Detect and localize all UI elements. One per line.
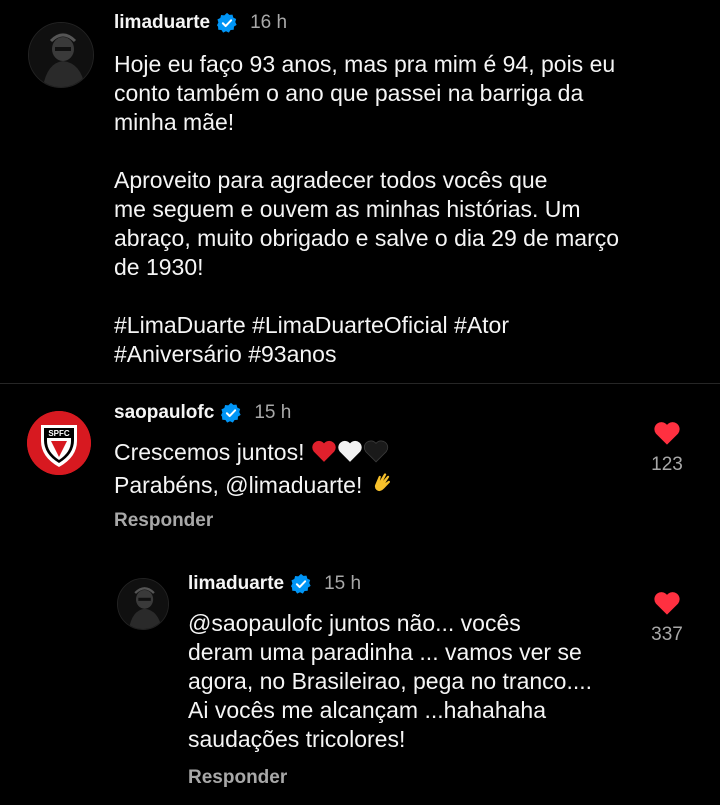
comment-like[interactable]: 123 — [637, 420, 697, 476]
comment-line-2-text: Parabéns, @limaduarte! — [114, 472, 369, 498]
black-heart-emoji — [363, 439, 389, 470]
reply-time: 15 h — [324, 573, 362, 594]
white-heart-emoji — [337, 439, 363, 470]
reply-header: limaduarte 15 h — [188, 573, 361, 595]
clapping-hand-emoji — [369, 470, 395, 503]
spfc-badge-text: SPFC — [48, 429, 70, 438]
divider — [0, 383, 720, 384]
comment-like-count: 123 — [651, 454, 683, 475]
avatar-limaduarte-reply[interactable] — [117, 578, 169, 630]
post-username[interactable]: limaduarte — [114, 12, 210, 34]
comment-text: Crescemos juntos! Parabéns, @limaduarte! — [114, 438, 395, 503]
comment-line-1-text: Crescemos juntos! — [114, 439, 311, 465]
post-hashtags[interactable]: #LimaDuarte #LimaDuarteOficial #Ator #An… — [114, 311, 509, 369]
comment-username[interactable]: saopaulofc — [114, 402, 214, 424]
comment-header: saopaulofc 15 h — [114, 402, 291, 424]
avatar-saopaulofc[interactable]: SPFC — [27, 411, 91, 475]
post-caption-paragraph-1: Hoje eu faço 93 anos, mas pra mim é 94, … — [114, 51, 616, 135]
avatar-limaduarte[interactable] — [28, 22, 94, 88]
comment-reply-button[interactable]: Responder — [114, 510, 213, 532]
verified-badge-icon — [220, 402, 242, 424]
verified-badge-icon — [216, 12, 238, 34]
comment-time: 15 h — [254, 402, 292, 423]
reply-reply-button[interactable]: Responder — [188, 767, 287, 789]
comment-line-1: Crescemos juntos! — [114, 438, 395, 470]
reply-like[interactable]: 337 — [637, 590, 697, 646]
post-caption-paragraph-2: Aproveito para agradecer todos vocês que… — [114, 167, 620, 280]
comment-line-2: Parabéns, @limaduarte! — [114, 470, 395, 503]
post-header: limaduarte 16 h — [114, 12, 287, 34]
heart-icon[interactable] — [637, 420, 697, 446]
reply-text: @saopaulofc juntos não... vocês deram um… — [188, 610, 593, 752]
verified-badge-icon — [290, 573, 312, 595]
heart-icon[interactable] — [637, 590, 697, 616]
post-time: 16 h — [250, 12, 288, 33]
red-heart-emoji — [311, 439, 337, 470]
reply-username[interactable]: limaduarte — [188, 573, 284, 595]
reply-like-count: 337 — [651, 624, 683, 645]
